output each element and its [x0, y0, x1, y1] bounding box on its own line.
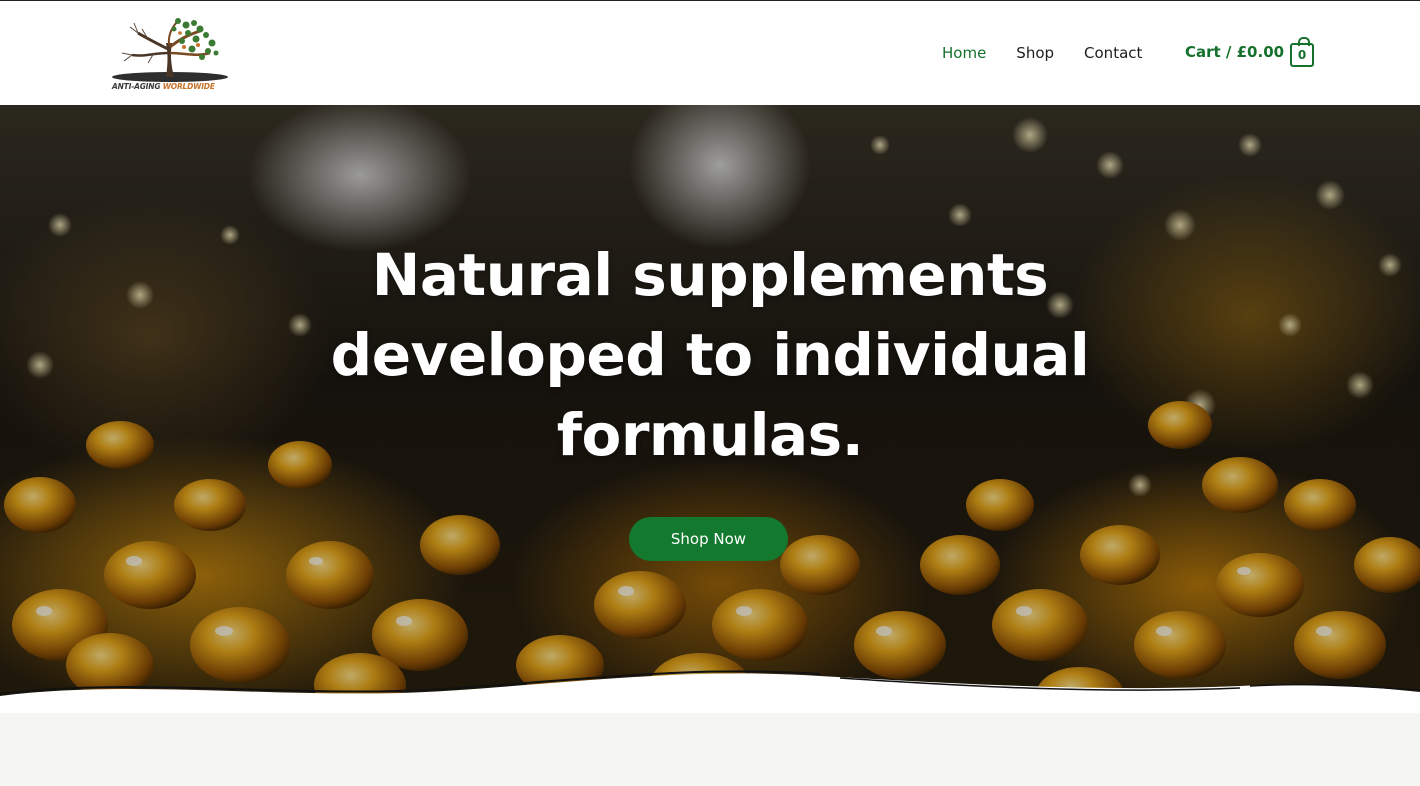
- shop-now-button[interactable]: Shop Now: [629, 517, 788, 561]
- main-nav: Home Shop Contact: [942, 41, 1172, 65]
- site-header: ANTI-AGING WORLDWIDE Home Shop Contact C…: [0, 1, 1420, 105]
- nav-item-contact[interactable]: Contact: [1084, 44, 1142, 62]
- logo-text-part2: WORLDWIDE: [162, 82, 215, 91]
- logo-wordmark: ANTI-AGING WORLDWIDE: [112, 82, 236, 91]
- hero-wave-divider: [0, 670, 1420, 714]
- cart-total: Cart / £0.00: [1185, 43, 1285, 61]
- cart-bag-icon: 0: [1290, 37, 1315, 67]
- hero-title: Natural supplements developed to individ…: [330, 241, 1090, 469]
- cart-count: 0: [1297, 48, 1307, 62]
- cart-link[interactable]: Cart / £0.00 0: [1185, 35, 1315, 69]
- hero-banner: Natural supplements developed to individ…: [0, 105, 1420, 713]
- content-section: [0, 713, 1420, 786]
- nav-item-shop[interactable]: Shop: [1016, 44, 1054, 62]
- nav-item-home[interactable]: Home: [942, 44, 986, 62]
- logo-text-part1: ANTI-AGING: [112, 82, 163, 91]
- site-logo[interactable]: ANTI-AGING WORLDWIDE: [108, 13, 234, 95]
- tree-logo-icon: [112, 18, 228, 82]
